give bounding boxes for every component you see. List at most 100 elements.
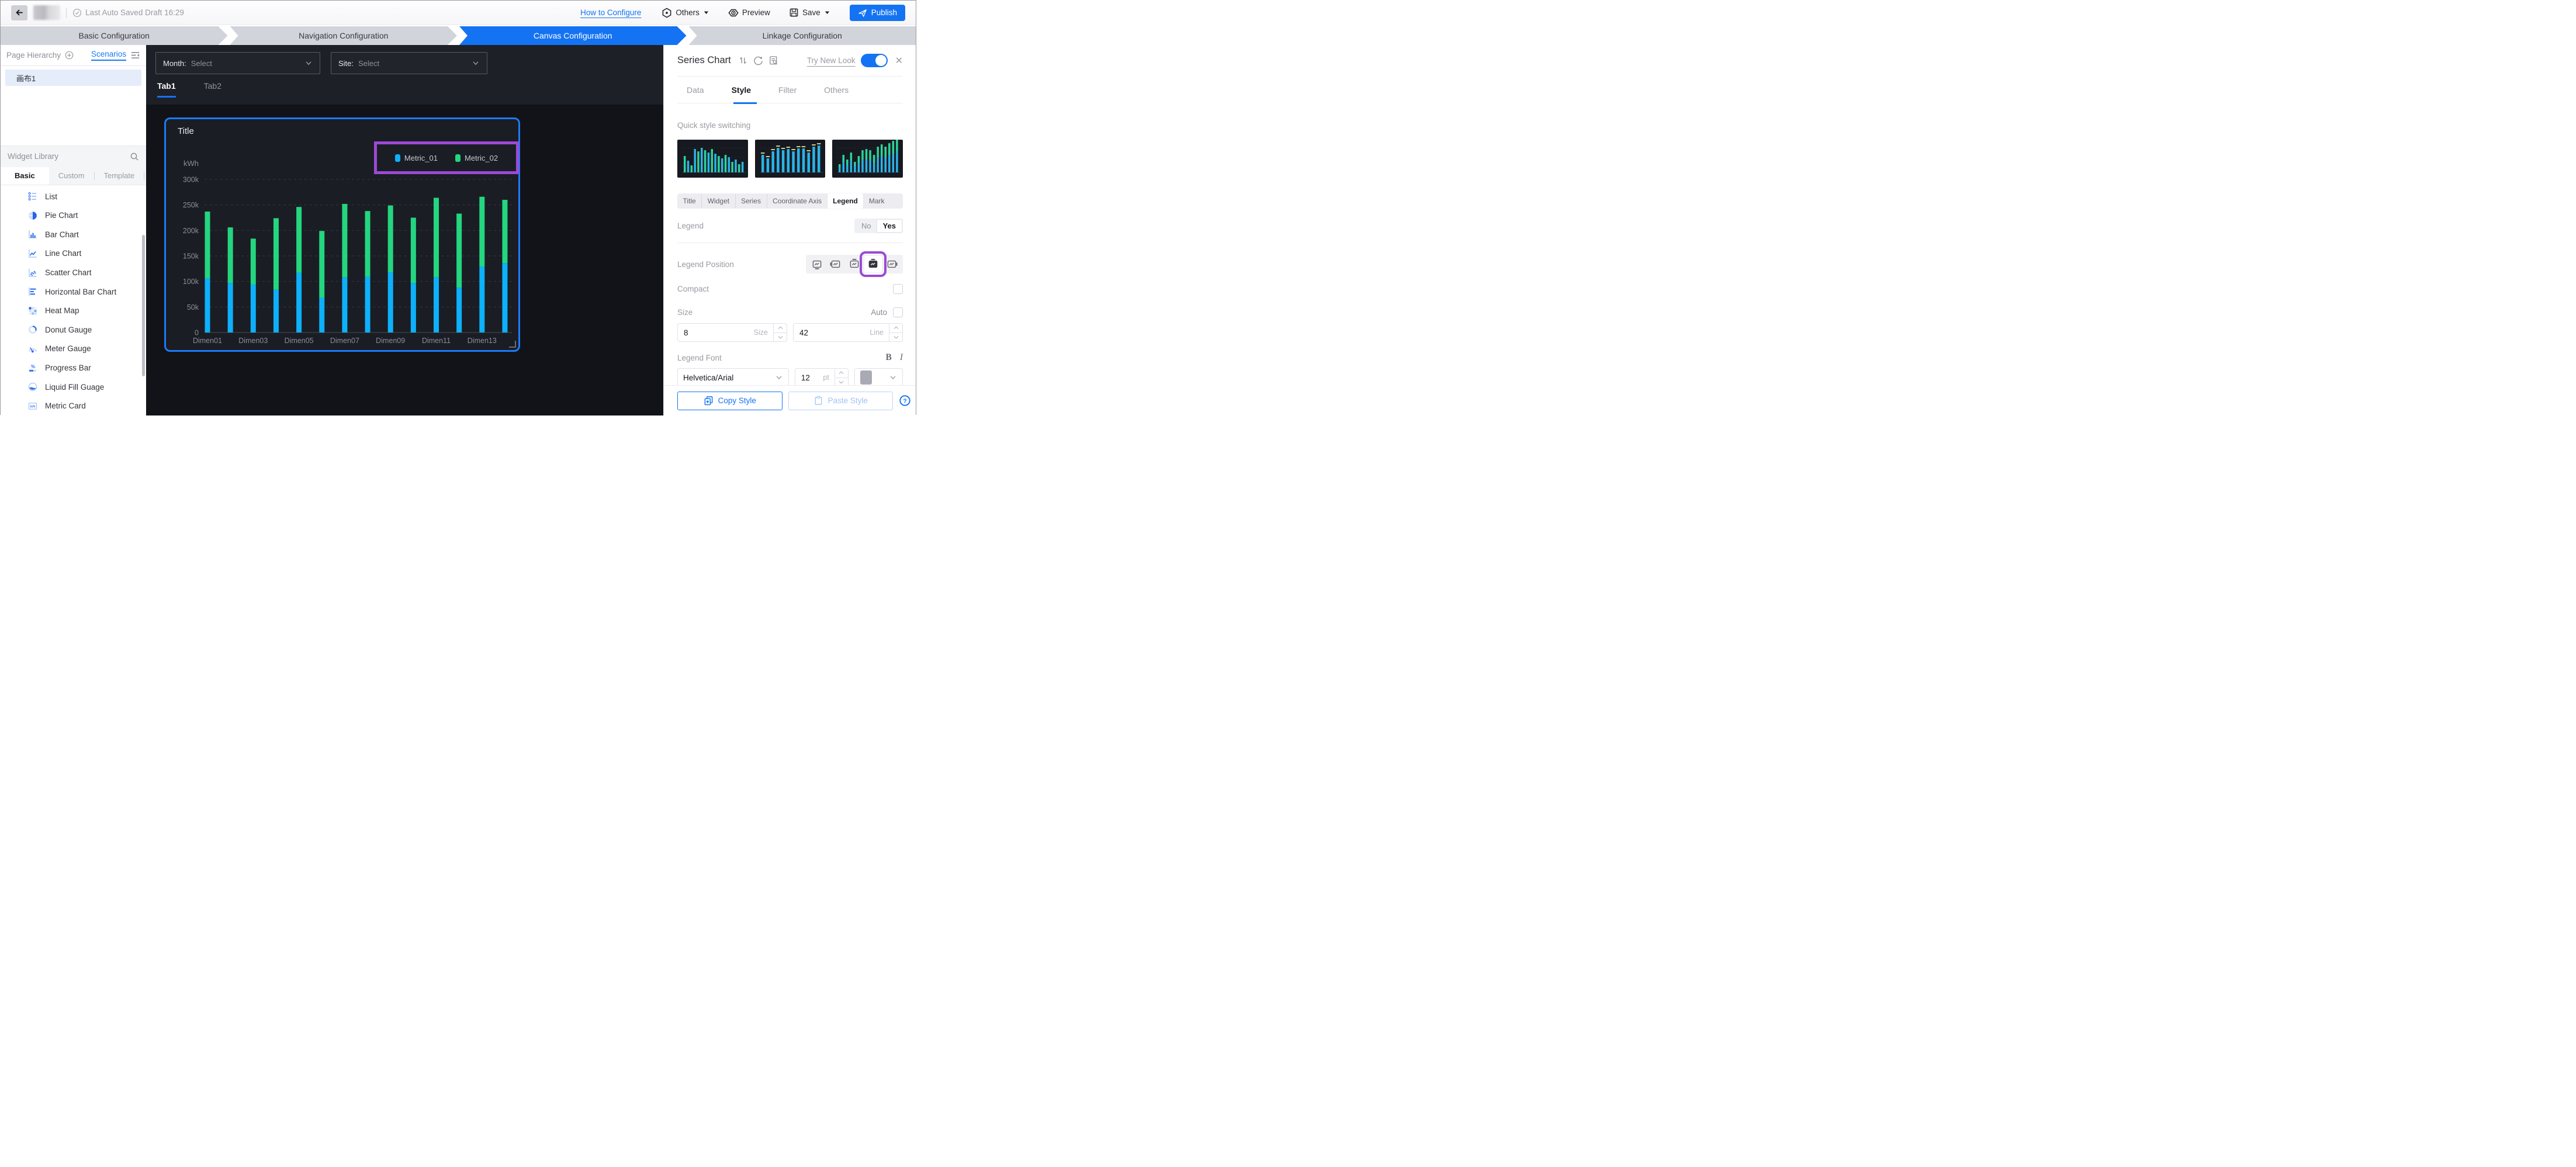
widget-item-scatter-chart[interactable]: Scatter Chart	[1, 263, 146, 282]
widget-item-meter-gauge[interactable]: Meter Gauge	[1, 340, 146, 359]
legend-item-metric02[interactable]: Metric_02	[455, 154, 498, 162]
widget-item-horizontal-bar-chart[interactable]: Horizontal Bar Chart	[1, 282, 146, 302]
font-size-value[interactable]: 12	[795, 373, 823, 382]
sort-icon[interactable]	[738, 56, 748, 65]
legend-yes-option[interactable]: Yes	[877, 220, 902, 232]
legend-position-top-icon[interactable]	[846, 256, 863, 272]
subtab-mark[interactable]: Mark	[863, 194, 890, 208]
font-size-spinner-up[interactable]	[835, 369, 848, 378]
new-look-toggle[interactable]	[861, 54, 888, 67]
size-spinner-up[interactable]	[774, 324, 787, 333]
font-size-input[interactable]: 12 pt	[795, 368, 849, 387]
size-auto-checkbox[interactable]	[893, 307, 903, 317]
tab-custom[interactable]: Custom	[49, 167, 94, 185]
style-thumbnail-alternating-bars[interactable]	[677, 140, 748, 178]
scenarios-tab[interactable]: Scenarios	[91, 50, 126, 61]
legend-no-option[interactable]: No	[856, 220, 877, 232]
publish-button[interactable]: Publish	[850, 5, 905, 21]
step-canvas-configuration[interactable]: Canvas Configuration	[459, 26, 687, 45]
widget-item-metric-card[interactable]: KPIMetric Card	[1, 396, 146, 415]
paste-style-label: Paste Style	[828, 396, 868, 405]
canvas-area: Month: Select Site: Select Tab1 Tab2 kWh…	[146, 45, 663, 415]
compact-checkbox[interactable]	[893, 284, 903, 294]
help-icon[interactable]: ?	[899, 394, 911, 407]
font-family-select[interactable]: Helvetica/Arial	[677, 368, 789, 387]
widget-item-line-chart[interactable]: Line Chart	[1, 244, 146, 264]
widget-item-liquid-fill-gauge[interactable]: Liquid Fill Guage	[1, 378, 146, 397]
how-to-configure-link[interactable]: How to Configure	[580, 8, 641, 17]
page-item-canvas1[interactable]: 画布1	[5, 70, 141, 86]
style-thumbnail-marker-bars[interactable]	[755, 140, 826, 178]
size-spinner-down[interactable]	[774, 333, 787, 342]
search-icon[interactable]	[130, 152, 139, 161]
plus-circle-icon[interactable]	[65, 51, 74, 60]
site-filter-select[interactable]: Site: Select	[331, 52, 487, 74]
legend-position-bottom-icon[interactable]	[808, 256, 826, 272]
step-linkage-configuration[interactable]: Linkage Configuration	[689, 26, 916, 45]
subtab-coordinate-axis[interactable]: Coordinate Axis	[767, 194, 827, 208]
series-chart-widget[interactable]: kWh050k100k150k200k250k300kDimen01Dimen0…	[164, 117, 520, 352]
legend-item-metric01[interactable]: Metric_01	[395, 154, 438, 162]
step-navigation-configuration[interactable]: Navigation Configuration	[230, 26, 458, 45]
month-filter-select[interactable]: Month: Select	[155, 52, 320, 74]
tab-template[interactable]: Template	[95, 167, 144, 185]
inspector-tab-filter[interactable]: Filter	[778, 85, 797, 95]
widget-item-pie-chart[interactable]: Pie Chart	[1, 206, 146, 225]
legend-position-left-icon[interactable]	[827, 256, 844, 272]
legend-row-label: Legend	[677, 221, 704, 230]
widget-item-bar-chart[interactable]: Bar Chart	[1, 225, 146, 244]
try-new-look-link[interactable]: Try New Look	[807, 56, 856, 65]
preview-button[interactable]: Preview	[728, 8, 770, 18]
copy-style-button[interactable]: Copy Style	[677, 392, 783, 410]
chevron-down-icon	[775, 373, 783, 382]
legend-position-right-icon[interactable]	[883, 256, 901, 272]
subtab-series[interactable]: Series	[735, 194, 767, 208]
legend-position-top-inline-icon[interactable]	[864, 256, 882, 272]
step-basic-configuration[interactable]: Basic Configuration	[1, 26, 228, 45]
font-family-value: Helvetica/Arial	[683, 373, 775, 382]
svg-text:Dimen03: Dimen03	[238, 337, 268, 345]
inspector-tab-others[interactable]: Others	[824, 85, 849, 95]
legend-size-value[interactable]: 8	[678, 328, 754, 337]
widget-item-heat-map[interactable]: Heat Map	[1, 301, 146, 320]
metric02-label: Metric_02	[465, 154, 498, 162]
canvas-tab2[interactable]: Tab2	[204, 81, 221, 98]
legend-line-value[interactable]: 42	[794, 328, 870, 337]
font-color-select[interactable]	[854, 368, 903, 387]
autosave-status-text: Last Auto Saved Draft 16:29	[85, 8, 184, 17]
subtab-widget[interactable]: Widget	[701, 194, 735, 208]
inspector-tab-data[interactable]: Data	[687, 85, 704, 95]
widget-resize-handle[interactable]	[509, 341, 516, 348]
legend-size-input[interactable]: 8 Size	[677, 323, 787, 342]
line-spinner-down[interactable]	[889, 333, 902, 342]
sidebar-scrollbar[interactable]	[142, 235, 145, 376]
chevron-down-icon	[472, 59, 480, 67]
list-collapse-icon[interactable]	[130, 51, 140, 60]
legend-position-group	[806, 255, 903, 273]
line-spinner-up[interactable]	[889, 324, 902, 333]
subtab-legend[interactable]: Legend	[827, 193, 864, 209]
svg-text:200k: 200k	[183, 227, 199, 235]
horizontal-bar-chart-icon	[28, 287, 37, 296]
widget-item-donut-gauge[interactable]: Donut Gauge	[1, 320, 146, 340]
italic-button[interactable]: I	[900, 352, 903, 363]
svg-text:150k: 150k	[183, 252, 199, 261]
refresh-icon[interactable]	[753, 56, 763, 65]
bold-button[interactable]: B	[885, 352, 891, 363]
canvas-tab1[interactable]: Tab1	[157, 81, 176, 98]
others-menu[interactable]: Others	[662, 8, 709, 18]
legend-toggle-group: No Yes	[854, 219, 903, 233]
save-menu[interactable]: Save	[789, 8, 830, 18]
subtab-title[interactable]: Title	[677, 194, 701, 208]
doc-search-icon[interactable]	[768, 56, 778, 65]
legend-line-input[interactable]: 42 Line	[793, 323, 903, 342]
inspector-tab-style[interactable]: Style	[732, 85, 751, 95]
close-icon[interactable]: ✕	[895, 55, 903, 67]
style-thumbnail-stacked-bars[interactable]	[832, 140, 903, 178]
paste-style-button[interactable]: Paste Style	[788, 392, 894, 410]
widget-item-list[interactable]: List	[1, 187, 146, 206]
scatter-chart-icon	[28, 268, 37, 278]
tab-basic[interactable]: Basic	[1, 167, 49, 185]
widget-item-progress-bar[interactable]: %Progress Bar	[1, 358, 146, 378]
back-button[interactable]	[11, 5, 27, 20]
